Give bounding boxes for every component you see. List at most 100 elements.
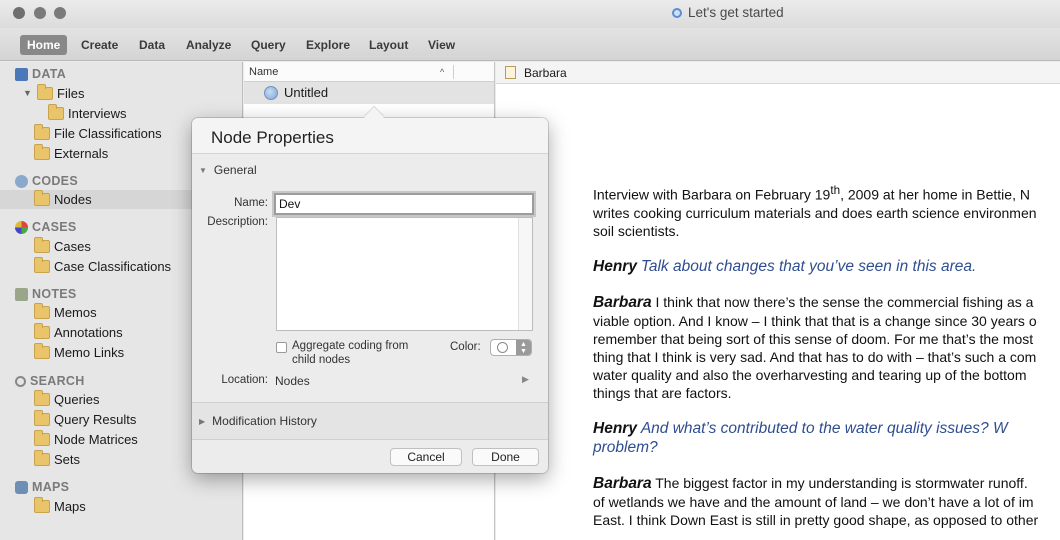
document-text[interactable]: Interview with Barbara on February 19th,…: [593, 182, 1060, 540]
nav-item-interviews[interactable]: Interviews: [48, 104, 127, 123]
nav-item-memos[interactable]: Memos: [34, 303, 97, 322]
sort-ascending-icon[interactable]: ^: [440, 62, 444, 82]
nav-item-query-results[interactable]: Query Results: [34, 410, 136, 429]
nav-item-annotations[interactable]: Annotations: [34, 323, 123, 342]
tab-query[interactable]: Query: [244, 35, 293, 55]
question-text: Talk about changes that you’ve seen in t…: [640, 257, 977, 275]
dialog-title: Node Properties: [211, 128, 334, 147]
answer-line: East. I think Down East is still in pret…: [593, 511, 1039, 528]
tab-explore[interactable]: Explore: [299, 35, 357, 55]
column-divider[interactable]: [453, 65, 454, 79]
nav-section-notes-label: NOTES: [32, 287, 77, 301]
nav-item-file-classifications[interactable]: File Classifications: [34, 124, 162, 143]
answer-line: viable option. And I know – I think that…: [593, 312, 1037, 329]
folder-icon: [34, 144, 50, 160]
list-item-label: Untitled: [284, 85, 329, 100]
color-picker[interactable]: ▲ ▼: [490, 339, 532, 356]
answer-line: water quality and also the overharvestin…: [593, 366, 1027, 383]
intro-superscript: th: [830, 184, 841, 197]
folder-icon: [34, 390, 50, 406]
tab-data[interactable]: Data: [132, 35, 172, 55]
nav-item-node-matrices-label: Node Matrices: [54, 432, 138, 447]
chevron-right-icon[interactable]: ▶: [522, 374, 529, 385]
answer-2: Barbara The biggest factor in my underst…: [593, 474, 1060, 529]
document-detail-view: Barbara Interview with Barbara on Februa…: [496, 62, 1060, 540]
nav-section-maps[interactable]: MAPS: [15, 478, 69, 497]
answer-line: remember that being sort of this sense o…: [593, 330, 1034, 347]
window-title-text: Let's get started: [688, 5, 784, 20]
folder-icon: [48, 104, 64, 120]
general-section-label: General: [213, 163, 257, 177]
document-title: Barbara: [524, 65, 567, 80]
answer-line: The biggest factor in my understanding i…: [655, 474, 1028, 491]
nav-item-sets[interactable]: Sets: [34, 450, 80, 469]
nav-section-codes-label: CODES: [32, 174, 78, 188]
folder-icon: [34, 343, 50, 359]
folder-icon: [34, 257, 50, 273]
disclosure-closed-icon: ▶: [199, 416, 206, 426]
minimize-window-button[interactable]: [34, 7, 46, 19]
name-field[interactable]: [274, 193, 534, 215]
nav-section-data[interactable]: DATA: [15, 65, 66, 84]
done-button[interactable]: Done: [472, 448, 539, 466]
folder-icon: [34, 237, 50, 253]
title-bar: Let's get started: [0, 0, 1060, 28]
nav-item-memo-links-label: Memo Links: [54, 345, 125, 360]
nav-item-queries[interactable]: Queries: [34, 390, 100, 409]
nav-item-node-matrices[interactable]: Node Matrices: [34, 430, 138, 449]
description-field[interactable]: [276, 217, 533, 331]
nav-item-interviews-label: Interviews: [68, 106, 127, 121]
intro-text-3: writes cooking curriculum materials and …: [593, 204, 1037, 221]
nav-section-search-label: SEARCH: [30, 374, 85, 388]
stepper-icon[interactable]: ▲ ▼: [516, 340, 531, 355]
document-tab[interactable]: Barbara: [496, 62, 1060, 84]
color-swatch: [497, 342, 508, 353]
tab-home[interactable]: Home: [20, 35, 68, 55]
cases-icon: [15, 221, 28, 234]
project-icon: [672, 7, 682, 18]
list-item[interactable]: Untitled: [244, 82, 494, 104]
intro-text-4: soil scientists.: [593, 222, 680, 239]
tab-create[interactable]: Create: [74, 35, 125, 55]
nav-item-maps[interactable]: Maps: [34, 497, 86, 516]
speaker-name: Barbara: [593, 474, 652, 492]
nav-item-file-classifications-label: File Classifications: [54, 126, 162, 141]
nav-item-memo-links[interactable]: Memo Links: [34, 343, 124, 362]
tab-layout[interactable]: Layout: [362, 35, 415, 55]
nav-section-notes[interactable]: NOTES: [15, 285, 77, 304]
folder-icon: [34, 190, 50, 206]
nav-item-cases[interactable]: Cases: [34, 237, 91, 256]
nav-item-case-classifications[interactable]: Case Classifications: [34, 257, 171, 276]
zoom-window-button[interactable]: [54, 7, 66, 19]
nav-section-search[interactable]: SEARCH: [15, 372, 85, 391]
description-scrollbar[interactable]: [518, 218, 532, 330]
answer-line: I think that now there’s the sense the c…: [655, 293, 1034, 310]
question-text: And what’s contributed to the water qual…: [640, 419, 1008, 437]
aggregate-coding-checkbox[interactable]: [276, 342, 287, 353]
location-value[interactable]: Nodes: [275, 374, 310, 388]
nav-item-cases-label: Cases: [54, 239, 91, 254]
ribbon-tab-bar: Home Create Data Analyze Query Explore L…: [0, 28, 1060, 61]
name-column-header[interactable]: Name ^: [244, 62, 494, 82]
location-label: Location:: [221, 374, 268, 386]
nav-item-files-label: Files: [57, 86, 85, 101]
intro-paragraph: Interview with Barbara on February 19th,…: [593, 182, 1060, 240]
answer-1: Barbara I think that now there’s the sen…: [593, 293, 1060, 402]
folder-icon: [34, 124, 50, 140]
modification-history-section: ▶ Modification History: [192, 402, 548, 440]
modification-history-toggle[interactable]: ▶ Modification History: [199, 414, 317, 428]
close-window-button[interactable]: [13, 7, 25, 19]
data-icon: [15, 68, 28, 81]
disclosure-open-icon: ▼: [199, 165, 207, 175]
cancel-button[interactable]: Cancel: [390, 448, 462, 466]
nav-item-externals[interactable]: Externals: [34, 144, 108, 163]
question-1: Henry Talk about changes that you’ve see…: [593, 257, 1060, 276]
nav-section-cases[interactable]: CASES: [15, 218, 77, 237]
folder-icon: [34, 323, 50, 339]
disclosure-open-icon[interactable]: ▼: [23, 84, 33, 103]
nav-section-codes[interactable]: CODES: [15, 172, 78, 191]
tab-analyze[interactable]: Analyze: [179, 35, 238, 55]
general-section-toggle[interactable]: ▼ General: [199, 163, 257, 177]
tab-view[interactable]: View: [421, 35, 462, 55]
nav-item-files[interactable]: ▼ Files: [23, 84, 84, 103]
